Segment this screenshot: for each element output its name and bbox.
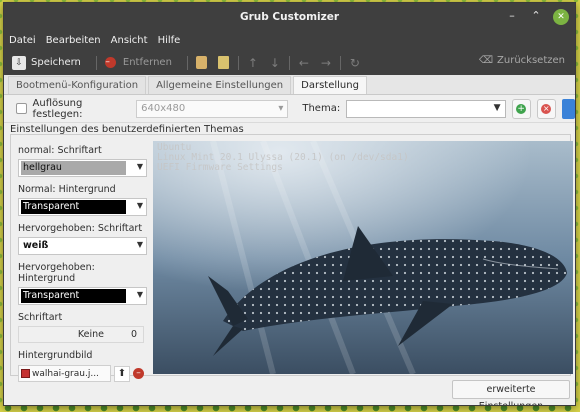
toolbar-separator: [237, 55, 239, 70]
move-up-icon[interactable]: ↑: [246, 56, 260, 70]
normal-bg-color-select[interactable]: Transparent ▼: [18, 198, 147, 216]
normal-bg-color-value: Transparent: [21, 200, 126, 214]
highlight-font-color-value: weiß: [21, 239, 126, 253]
normal-font-label: normal: Schriftart: [18, 145, 102, 156]
font-chooser-button[interactable]: Keine 0: [18, 326, 144, 343]
chevron-down-icon: ▼: [136, 240, 143, 249]
reset-button[interactable]: ⌫ Zurücksetzen: [479, 55, 565, 66]
theme-select[interactable]: ▼: [346, 99, 506, 118]
menu-bar: Datei Bearbeiten Ansicht Hilfe: [4, 30, 575, 50]
highlight-font-label: Hervorgehoben: Schriftart: [18, 223, 143, 234]
save-button[interactable]: ⇩ Speichern: [12, 55, 81, 70]
toolbar-separator: [288, 55, 290, 70]
maximize-button[interactable]: ⌃: [529, 9, 543, 25]
normal-bg-label: Normal: Hintergrund: [18, 184, 116, 195]
minimize-button[interactable]: –: [505, 9, 519, 25]
bgimage-file-chooser[interactable]: walhai-grau.j...: [18, 365, 111, 382]
bgimage-row: walhai-grau.j... ⬆ –: [18, 364, 144, 383]
normal-font-color-select[interactable]: hellgrau ▼: [18, 159, 147, 177]
edit-entry-button[interactable]: [195, 56, 209, 70]
edit-icon: [196, 56, 208, 69]
resolution-checkbox[interactable]: [16, 103, 27, 114]
chevron-down-icon: ▼: [136, 201, 143, 210]
image-file-icon: [21, 369, 30, 378]
theme-label: Thema:: [302, 103, 341, 114]
menu-bearbeiten[interactable]: Bearbeiten: [46, 35, 101, 46]
reset-label: Zurücksetzen: [497, 55, 565, 66]
whale-shark-preview-image: [153, 141, 573, 374]
toolbar-separator: [186, 55, 188, 70]
plus-icon: +: [516, 103, 527, 114]
tab-general-settings[interactable]: Allgemeine Einstellungen: [148, 76, 292, 94]
resolution-theme-row: Auflösung festlegen: 640x480 ▾ Thema: ▼ …: [4, 95, 575, 123]
save-icon: ⇩: [12, 55, 26, 70]
chevron-down-icon: ▼: [136, 162, 143, 171]
menu-hilfe[interactable]: Hilfe: [158, 35, 181, 46]
close-icon: ×: [541, 103, 552, 114]
font-size: 0: [130, 329, 137, 340]
highlight-bg-label: Hervorgehoben: Hintergrund: [18, 262, 95, 284]
title-bar[interactable]: Grub Customizer – ⌃ ✕: [4, 3, 575, 30]
normal-font-color-value: hellgrau: [21, 161, 126, 175]
remove-icon: –: [105, 57, 117, 68]
resolution-select[interactable]: 640x480 ▾: [136, 99, 289, 118]
remove-button[interactable]: – Entfernen: [104, 56, 172, 70]
toolbar-separator: [95, 55, 97, 70]
toolbar-separator: [339, 55, 341, 70]
remove-theme-button[interactable]: ×: [536, 98, 556, 119]
refresh-icon[interactable]: ↻: [348, 56, 362, 70]
menu-ansicht[interactable]: Ansicht: [111, 35, 148, 46]
highlight-bg-color-select[interactable]: Transparent ▼: [18, 287, 147, 305]
highlight-bg-color-value: Transparent: [21, 289, 126, 303]
move-down-icon[interactable]: ↓: [268, 56, 282, 70]
app-window: Grub Customizer – ⌃ ✕ Datei Bearbeiten A…: [3, 2, 576, 406]
tab-appearance[interactable]: Darstellung: [293, 76, 367, 94]
upload-icon[interactable]: ⬆: [114, 365, 130, 382]
new-entry-button[interactable]: [217, 56, 231, 70]
theme-settings-panel: normal: Schriftart hellgrau ▼ Normal: Hi…: [15, 143, 150, 383]
highlight-font-color-select[interactable]: weiß ▼: [18, 237, 147, 255]
tab-bar: Bootmenü-Konfiguration Allgemeine Einste…: [4, 75, 575, 95]
font-label: Schriftart: [18, 312, 63, 323]
bgimage-label: Hintergrundbild: [18, 350, 93, 361]
save-label: Speichern: [31, 57, 81, 68]
reset-icon: ⌫: [478, 55, 494, 66]
chevron-down-icon: ▼: [136, 290, 143, 299]
advanced-settings-button[interactable]: erweiterte Einstellungen: [452, 380, 570, 405]
resolution-value: 640x480: [141, 102, 186, 114]
window-controls: – ⌃ ✕: [505, 9, 569, 25]
toolbar: ⇩ Speichern – Entfernen ↑ ↓ ← → ↻ ⌫ Zurü…: [4, 50, 575, 75]
window-title: Grub Customizer: [239, 10, 340, 23]
font-name: Keine: [77, 329, 104, 340]
chevron-down-icon: ▼: [493, 102, 501, 113]
bgimage-filename: walhai-grau.j...: [32, 368, 99, 379]
tab-bootmenu[interactable]: Bootmenü-Konfiguration: [8, 76, 147, 94]
move-right-icon[interactable]: →: [319, 56, 333, 70]
grub-menu-preview-text: Ubuntu Linux Mint 20.1 Ulyssa (20.1) (on…: [157, 143, 409, 173]
remove-bgimage-icon[interactable]: –: [133, 368, 144, 379]
add-theme-button[interactable]: +: [511, 98, 531, 119]
close-button[interactable]: ✕: [553, 9, 569, 25]
new-entry-icon: [218, 56, 230, 69]
theme-info-button[interactable]: [561, 98, 575, 119]
theme-preview: Ubuntu Linux Mint 20.1 Ulyssa (20.1) (on…: [153, 141, 573, 374]
chevron-down-icon: ▾: [278, 102, 284, 114]
resolution-label: Auflösung festlegen:: [32, 97, 83, 120]
remove-label: Entfernen: [122, 57, 172, 68]
move-left-icon[interactable]: ←: [297, 56, 311, 70]
menu-datei[interactable]: Datei: [9, 35, 36, 46]
preview-line: UEFI Firmware Settings: [157, 162, 283, 173]
